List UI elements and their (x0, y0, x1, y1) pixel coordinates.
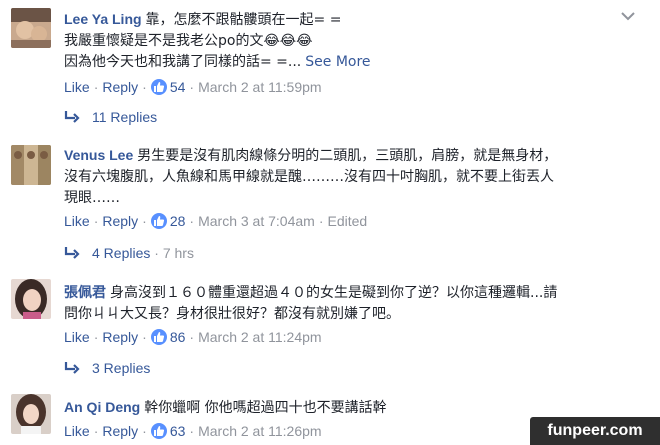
comment-author[interactable]: An Qi Deng (64, 399, 140, 415)
comment-text-line: 我嚴重懷疑是不是我老公po的文😂😂😂 (64, 33, 313, 49)
avatar[interactable] (11, 394, 51, 434)
thumbs-up-icon (150, 423, 167, 439)
like-button[interactable]: Like (64, 423, 90, 439)
timestamp[interactable]: March 3 at 7:04am (198, 213, 315, 229)
reply-button[interactable]: Reply (102, 213, 138, 229)
comment-text-line: An Qi Deng 幹你蠟啊 你他嗎超過四十也不要講話幹 (64, 399, 387, 416)
comment-actions: Like · Reply · 54 · March 2 at 11:59pm (64, 79, 322, 95)
thumbs-up-icon (150, 213, 167, 229)
timestamp[interactable]: March 2 at 11:26pm (198, 423, 321, 439)
reply-arrow-icon (64, 247, 80, 259)
comment-text-line: 因為他今天也和我講了同樣的話= =... See More (64, 54, 371, 70)
comment-author[interactable]: 張佩君 (64, 284, 106, 300)
thumbs-up-icon (150, 79, 167, 95)
like-button[interactable]: Like (64, 79, 90, 95)
comment-actions: Like · Reply · 63 · March 2 at 11:26pm (64, 423, 322, 439)
replies-count[interactable]: 3 Replies (92, 360, 150, 376)
replies-count[interactable]: 4 Replies (92, 245, 150, 261)
replies-age: 7 hrs (162, 245, 194, 261)
comment-text-line: Venus Lee 男生要是沒有肌肉線條分明的二頭肌，三頭肌，肩膀，就是無身材， (64, 147, 558, 164)
view-replies[interactable]: 11 Replies (64, 107, 157, 127)
avatar[interactable] (11, 8, 51, 48)
reply-arrow-icon (64, 362, 80, 374)
reply-arrow-icon (64, 111, 80, 123)
like-count[interactable]: 63 (170, 423, 186, 439)
comment-text-line: 現眼…… (64, 190, 120, 206)
like-count[interactable]: 54 (170, 79, 186, 95)
comment-actions: Like · Reply · 86 · March 2 at 11:24pm (64, 329, 322, 345)
edited-label[interactable]: Edited (327, 213, 367, 229)
replies-count[interactable]: 11 Replies (92, 109, 157, 125)
view-replies[interactable]: 4 Replies · 7 hrs (64, 243, 194, 263)
comment-author[interactable]: Venus Lee (64, 147, 133, 163)
timestamp[interactable]: March 2 at 11:24pm (198, 329, 321, 345)
comment-actions: Like · Reply · 28 · March 3 at 7:04am · Edited (64, 213, 368, 229)
like-button[interactable]: Like (64, 329, 90, 345)
reply-button[interactable]: Reply (102, 329, 138, 345)
comment-text-line: 問你ㄐㄐ大又長？身材很壯很好？都沒有就別嫌了吧。 (64, 306, 400, 322)
comment-author[interactable]: Lee Ya Ling (64, 11, 142, 27)
reply-button[interactable]: Reply (102, 79, 138, 95)
like-button[interactable]: Like (64, 213, 90, 229)
see-more-link[interactable]: See More (305, 54, 370, 70)
watermark: funpeer.com (530, 417, 660, 445)
timestamp[interactable]: March 2 at 11:59pm (198, 79, 321, 95)
comment-text-line: Lee Ya Ling 靠，怎麼不跟骷髏頭在一起= = (64, 11, 342, 28)
view-replies[interactable]: 3 Replies (64, 358, 150, 378)
like-count[interactable]: 86 (170, 329, 186, 345)
avatar[interactable] (11, 279, 51, 319)
avatar[interactable] (11, 145, 51, 185)
like-count[interactable]: 28 (170, 213, 186, 229)
comment-text-line: 張佩君 身高沒到１６０體重還超過４０的女生是礙到你了逆？以你這種邏輯...請 (64, 284, 558, 301)
thumbs-up-icon (150, 329, 167, 345)
comment-text-line: 沒有六塊腹肌，人魚線和馬甲線就是醜………沒有四十吋胸肌，就不要上街丟人 (64, 169, 554, 185)
reply-button[interactable]: Reply (102, 423, 138, 439)
